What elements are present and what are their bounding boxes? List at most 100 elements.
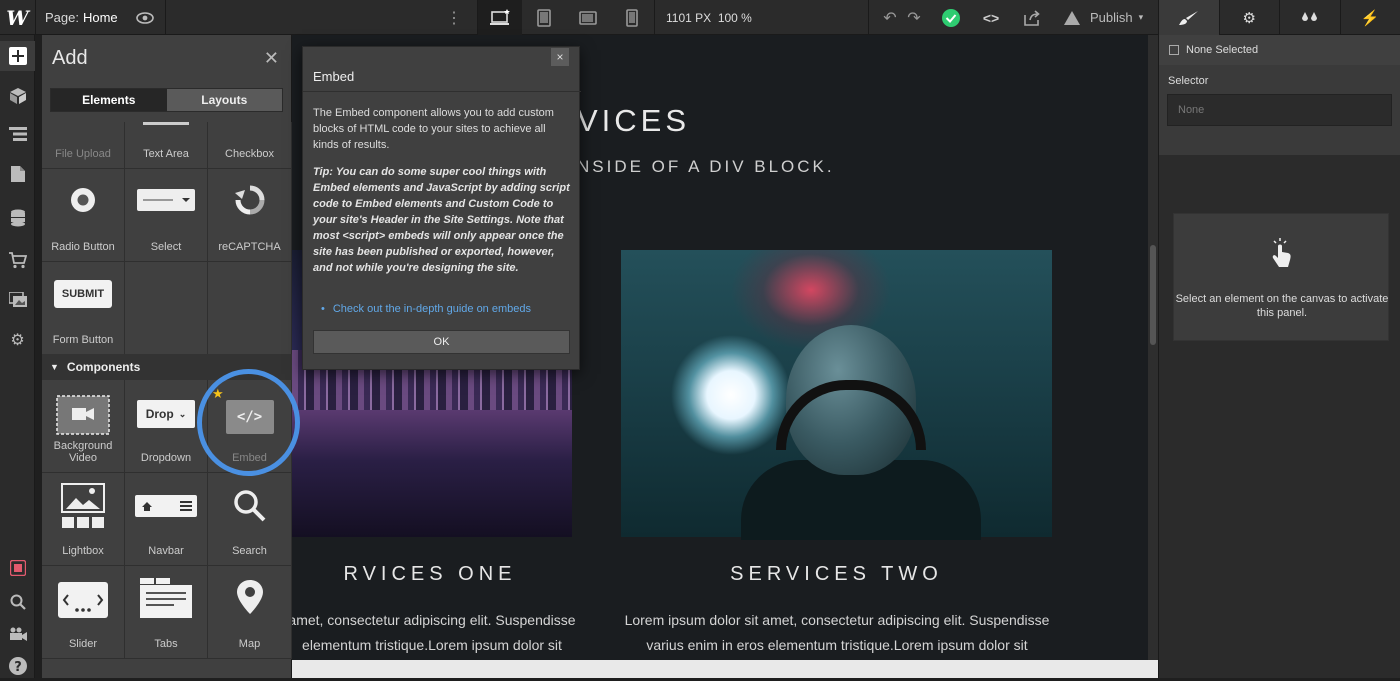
star-icon: ★ (212, 386, 224, 402)
text-line: Lorem ipsum dolor sit amet, consectetur … (607, 608, 1067, 633)
assets-images-icon[interactable] (0, 285, 35, 315)
search-icon[interactable] (0, 587, 35, 617)
dropdown-chip-text: Drop (146, 407, 174, 421)
services-one-text[interactable]: amet, consectetur adipiscing elit. Suspe… (292, 608, 582, 658)
element-form-button[interactable]: SUBMIT Form Button (42, 262, 125, 355)
section-heading[interactable]: VICES (577, 103, 690, 139)
element-background-video[interactable]: Background Video (42, 380, 125, 473)
symbols-cube-icon[interactable] (0, 81, 35, 111)
popup-body: The Embed component allows you to add cu… (313, 105, 573, 153)
preview-eye-icon[interactable] (134, 0, 156, 35)
more-options-icon[interactable]: ⋮ (446, 0, 462, 35)
help-icon[interactable]: ? (0, 651, 35, 681)
scrollbar-thumb[interactable] (1150, 245, 1156, 345)
style-panel: None Selected Selector None Select an el… (1158, 35, 1400, 678)
select-dropdown-icon (137, 189, 195, 214)
selector-label: Selector (1168, 75, 1208, 87)
gear-icon[interactable]: ⚙ (1219, 0, 1280, 35)
text-line: amet, consectetur adipiscing elit. Suspe… (292, 608, 582, 633)
canvas-width: 1101 PX (666, 11, 711, 25)
element-checkbox[interactable]: Checkbox (208, 122, 292, 169)
add-panel-header: Add ✕ (42, 35, 291, 81)
cms-database-icon[interactable] (0, 203, 35, 233)
section-subheading[interactable]: NSIDE OF A DIV BLOCK. (577, 157, 835, 177)
redo-icon[interactable]: ↷ (902, 0, 926, 35)
save-status-check-icon[interactable] (940, 0, 962, 35)
services-two-text[interactable]: Lorem ipsum dolor sit amet, consectetur … (607, 608, 1067, 658)
dj-headphones-image[interactable] (621, 250, 1052, 537)
hint-text: Select an element on the canvas to activ… (1174, 292, 1390, 320)
embed-guide-link[interactable]: •Check out the in-depth guide on embeds (321, 303, 531, 315)
element-label: Lightbox (62, 545, 104, 557)
pages-icon[interactable] (0, 159, 35, 189)
add-elements-panel: Add ✕ Elements Layouts File Upload Text … (42, 35, 292, 678)
webflow-logo[interactable]: W (0, 0, 35, 35)
element-label: Background Video (42, 440, 124, 464)
navigator-icon[interactable] (0, 119, 35, 149)
selector-section: Selector None (1159, 65, 1400, 155)
element-dropdown[interactable]: Drop ⌄ Dropdown (125, 380, 208, 473)
checkbox[interactable] (1169, 45, 1179, 55)
element-radio-button[interactable]: Radio Button (42, 169, 125, 262)
forms-grid: File Upload Text Area Checkbox Radio But… (42, 122, 292, 355)
style-brush-icon[interactable] (1158, 0, 1219, 35)
element-navbar[interactable]: Navbar (125, 473, 208, 566)
element-slider[interactable]: Slider (42, 566, 125, 659)
text-line: elementum tristique.Lorem ipsum dolor si… (292, 633, 582, 658)
record-stop-icon[interactable] (0, 553, 35, 583)
close-icon[interactable]: × (551, 48, 569, 66)
undo-icon[interactable]: ↶ (878, 0, 902, 35)
selection-state-row: None Selected (1159, 35, 1400, 65)
element-recaptcha[interactable]: reCAPTCHA (208, 169, 292, 262)
element-text-area[interactable]: Text Area (125, 122, 208, 169)
components-header-label: Components (67, 360, 140, 374)
ecommerce-cart-icon[interactable] (0, 245, 35, 275)
slider-icon (58, 582, 108, 621)
services-one-heading[interactable]: RVICES ONE (292, 563, 580, 586)
tab-layouts[interactable]: Layouts (167, 89, 283, 111)
element-tabs[interactable]: Tabs (125, 566, 208, 659)
mobile-portrait-icon[interactable] (610, 0, 654, 35)
element-file-upload[interactable]: File Upload (42, 122, 125, 169)
element-search[interactable]: Search (208, 473, 292, 566)
svg-text:?: ? (14, 660, 22, 675)
settings-gear-icon[interactable]: ⚙ (0, 325, 35, 355)
lightning-icon[interactable]: ⚡ (1340, 0, 1400, 35)
text-area-icon (143, 122, 189, 125)
divider (165, 0, 166, 35)
tab-elements[interactable]: Elements (51, 89, 167, 111)
divider (35, 0, 36, 35)
element-label: Radio Button (51, 241, 115, 253)
drops-icon[interactable] (1279, 0, 1340, 35)
element-label: File Upload (55, 148, 111, 160)
publish-button[interactable]: Publish ▾ (1064, 0, 1143, 35)
element-label: Select (151, 241, 182, 253)
share-icon[interactable] (1020, 0, 1044, 35)
services-two-heading[interactable]: SERVICES TWO (621, 563, 1052, 586)
close-icon[interactable]: ✕ (264, 48, 279, 69)
desktop-icon[interactable] (478, 0, 522, 35)
popup-tip: Tip: You can do some super cool things w… (313, 164, 575, 276)
selector-field[interactable]: None (1167, 94, 1392, 126)
code-export-icon[interactable]: <> (980, 0, 1002, 35)
element-map[interactable]: Map (208, 566, 292, 659)
bullet-icon: • (321, 303, 325, 315)
divider (654, 0, 655, 35)
page-label: Page: (45, 10, 79, 25)
page-selector[interactable]: Page: Home (45, 0, 118, 35)
inactive-panel-hint: Select an element on the canvas to activ… (1173, 213, 1389, 341)
canvas-horizontal-scrollbar[interactable] (292, 660, 1158, 678)
caret-down-icon: ▼ (50, 362, 59, 372)
video-tutorials-icon[interactable] (0, 619, 35, 649)
ok-button[interactable]: OK (313, 330, 570, 354)
mobile-landscape-icon[interactable] (566, 0, 610, 35)
element-label: Dropdown (141, 452, 191, 464)
element-select[interactable]: Select (125, 169, 208, 262)
divider (868, 0, 869, 35)
element-lightbox[interactable]: Lightbox (42, 473, 125, 566)
background-video-icon (56, 395, 110, 438)
tablet-icon[interactable] (522, 0, 566, 35)
add-icon[interactable] (0, 41, 35, 71)
canvas-vertical-scrollbar[interactable] (1148, 35, 1158, 660)
publish-label: Publish (1090, 10, 1133, 25)
